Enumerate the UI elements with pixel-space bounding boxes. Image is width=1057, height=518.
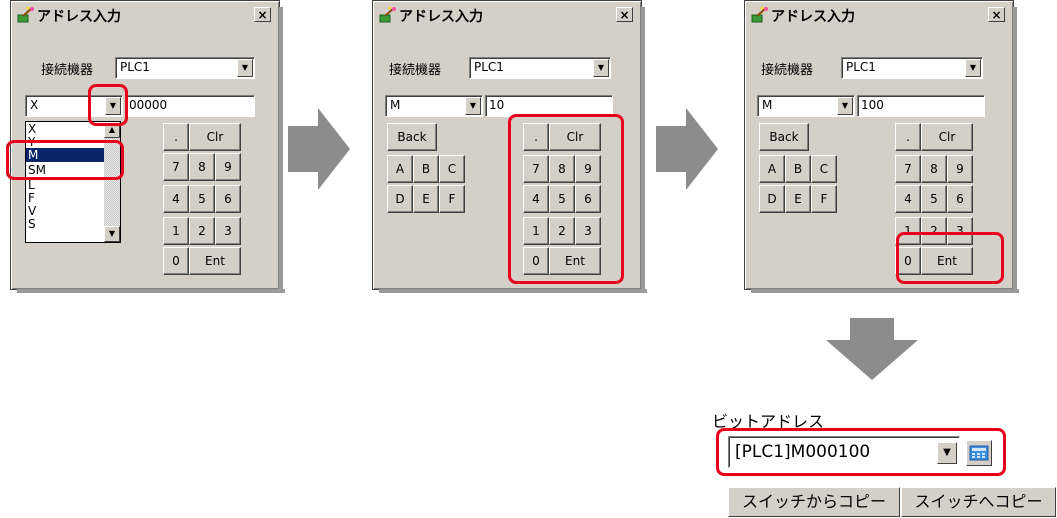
highlight-list-item-m bbox=[6, 140, 124, 180]
dialog-title: アドレス入力 bbox=[399, 9, 483, 25]
key-4[interactable]: 4 bbox=[163, 185, 189, 213]
wand-icon bbox=[379, 6, 396, 23]
key-d[interactable]: D bbox=[759, 185, 785, 213]
chevron-down-icon[interactable]: ▼ bbox=[837, 97, 853, 115]
key-d[interactable]: D bbox=[387, 185, 413, 213]
address-input[interactable]: 00000 bbox=[125, 95, 255, 117]
highlight-type-dropdown bbox=[88, 84, 128, 126]
device-value: PLC1 bbox=[846, 60, 876, 74]
key-back[interactable]: Back bbox=[387, 123, 437, 151]
key-7[interactable]: 7 bbox=[163, 153, 189, 181]
close-button[interactable]: × bbox=[616, 7, 633, 22]
device-type-value: X bbox=[30, 98, 39, 112]
close-button[interactable]: × bbox=[254, 7, 271, 22]
key-6[interactable]: 6 bbox=[947, 185, 973, 213]
list-item[interactable]: V bbox=[26, 204, 106, 218]
device-type-value: M bbox=[390, 98, 401, 112]
key-b[interactable]: B bbox=[413, 155, 439, 183]
key-5[interactable]: 5 bbox=[921, 185, 947, 213]
address-value: 00000 bbox=[129, 98, 168, 112]
highlight-bit-address bbox=[716, 428, 1006, 476]
wand-icon bbox=[17, 6, 34, 23]
key-9[interactable]: 9 bbox=[215, 153, 241, 181]
device-value: PLC1 bbox=[474, 60, 504, 74]
title-bar: アドレス入力 × bbox=[13, 3, 277, 27]
key-8[interactable]: 8 bbox=[921, 155, 947, 183]
key-e[interactable]: E bbox=[785, 185, 811, 213]
key-e[interactable]: E bbox=[413, 185, 439, 213]
key-6[interactable]: 6 bbox=[215, 185, 241, 213]
address-value: 10 bbox=[489, 98, 505, 112]
key-8[interactable]: 8 bbox=[189, 153, 215, 181]
copy-from-switch-button[interactable]: スイッチからコピー bbox=[728, 487, 900, 517]
device-select[interactable]: PLC1 ▼ bbox=[841, 57, 983, 79]
device-type-select[interactable]: M ▼ bbox=[385, 95, 483, 117]
device-select[interactable]: PLC1 ▼ bbox=[115, 57, 255, 79]
key-f[interactable]: F bbox=[811, 185, 837, 213]
key-a[interactable]: A bbox=[759, 155, 785, 183]
dialog-title: アドレス入力 bbox=[37, 9, 121, 25]
key-dot[interactable]: . bbox=[895, 123, 921, 151]
key-7[interactable]: 7 bbox=[895, 155, 921, 183]
list-item[interactable]: L bbox=[26, 178, 106, 192]
chevron-down-icon[interactable]: ▼ bbox=[593, 59, 609, 77]
key-1[interactable]: 1 bbox=[163, 217, 189, 245]
highlight-enter-key bbox=[896, 232, 1004, 284]
device-label: 接続機器 bbox=[761, 63, 814, 78]
key-2[interactable]: 2 bbox=[189, 217, 215, 245]
key-f[interactable]: F bbox=[439, 185, 465, 213]
address-input[interactable]: 100 bbox=[857, 95, 985, 117]
title-bar: アドレス入力 × bbox=[747, 3, 1011, 27]
scroll-down-icon[interactable]: ▼ bbox=[104, 226, 120, 242]
device-value: PLC1 bbox=[120, 60, 150, 74]
device-label: 接続機器 bbox=[389, 63, 442, 78]
highlight-numeric-keypad bbox=[508, 114, 624, 284]
key-0[interactable]: 0 bbox=[163, 247, 189, 275]
arrow-right-icon bbox=[288, 108, 350, 190]
key-dot[interactable]: . bbox=[163, 123, 189, 151]
device-type-value: M bbox=[762, 98, 773, 112]
key-5[interactable]: 5 bbox=[189, 185, 215, 213]
address-value: 100 bbox=[861, 98, 884, 112]
close-button[interactable]: × bbox=[988, 7, 1005, 22]
key-back[interactable]: Back bbox=[759, 123, 809, 151]
key-4[interactable]: 4 bbox=[895, 185, 921, 213]
device-type-select[interactable]: M ▼ bbox=[757, 95, 855, 117]
key-clear[interactable]: Clr bbox=[189, 123, 241, 151]
wand-icon bbox=[751, 6, 768, 23]
key-c[interactable]: C bbox=[811, 155, 837, 183]
chevron-down-icon[interactable]: ▼ bbox=[465, 97, 481, 115]
key-enter[interactable]: Ent bbox=[189, 247, 241, 275]
key-c[interactable]: C bbox=[439, 155, 465, 183]
dialog-title: アドレス入力 bbox=[771, 9, 855, 25]
arrow-down-icon bbox=[826, 318, 918, 380]
key-b[interactable]: B bbox=[785, 155, 811, 183]
chevron-down-icon[interactable]: ▼ bbox=[237, 59, 253, 77]
list-item[interactable]: F bbox=[26, 191, 106, 205]
key-9[interactable]: 9 bbox=[947, 155, 973, 183]
key-3[interactable]: 3 bbox=[215, 217, 241, 245]
key-clear[interactable]: Clr bbox=[921, 123, 973, 151]
device-select[interactable]: PLC1 ▼ bbox=[469, 57, 611, 79]
device-label: 接続機器 bbox=[41, 63, 94, 78]
arrow-right-icon bbox=[656, 108, 718, 190]
list-item[interactable]: S bbox=[26, 217, 106, 231]
key-a[interactable]: A bbox=[387, 155, 413, 183]
title-bar: アドレス入力 × bbox=[375, 3, 639, 27]
copy-to-switch-button[interactable]: スイッチへコピー bbox=[901, 487, 1056, 517]
chevron-down-icon[interactable]: ▼ bbox=[965, 59, 981, 77]
